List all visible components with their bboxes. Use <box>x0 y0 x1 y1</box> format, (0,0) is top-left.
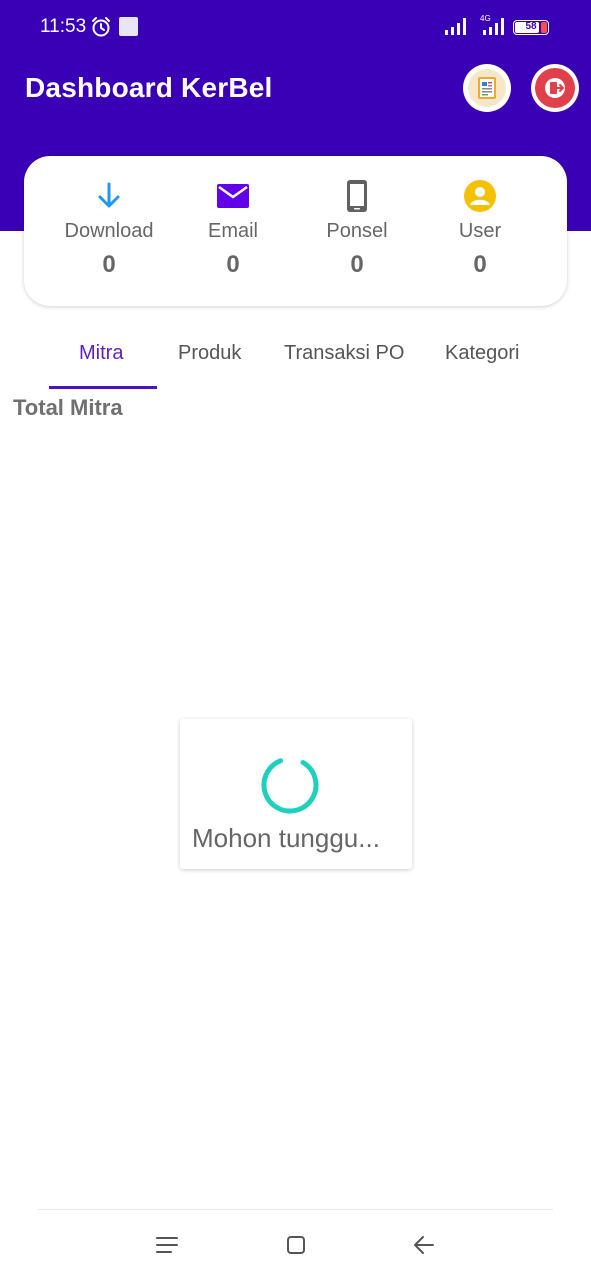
stat-email[interactable]: Email 0 <box>173 178 293 279</box>
home-square-icon[interactable] <box>281 1230 311 1260</box>
stat-ponsel[interactable]: Ponsel 0 <box>297 178 417 279</box>
phone-icon <box>347 180 367 212</box>
report-button[interactable] <box>463 64 511 112</box>
logout-button[interactable] <box>531 64 579 112</box>
battery-icon: 58 <box>513 20 549 35</box>
report-icon <box>468 69 506 107</box>
alarm-icon <box>92 17 110 37</box>
battery-level: 58 <box>525 21 537 32</box>
download-arrow-icon <box>98 182 120 208</box>
tab-produk[interactable]: Produk <box>178 342 241 365</box>
tab-transaksi-po[interactable]: Transaksi PO <box>284 342 404 365</box>
section-title: Total Mitra <box>13 395 123 420</box>
stat-value: 0 <box>226 251 240 278</box>
back-arrow-icon[interactable] <box>409 1230 439 1260</box>
tab-bar: Mitra Produk Transaksi PO Kategori <box>0 320 591 392</box>
signal-4g-icon <box>483 18 504 35</box>
nav-divider <box>38 1209 553 1210</box>
status-bar: 11:53 4G 58 <box>0 0 591 54</box>
signal-icon <box>445 18 466 35</box>
tab-active-indicator <box>49 386 157 389</box>
loading-text: Mohon tunggu... <box>192 823 380 853</box>
page-title: Dashboard KerBel <box>25 72 273 103</box>
stat-value: 0 <box>473 251 487 278</box>
stat-label: Ponsel <box>326 220 388 242</box>
stat-label: Download <box>64 220 154 242</box>
stat-label: User <box>458 220 502 242</box>
tab-kategori[interactable]: Kategori <box>445 342 520 365</box>
stat-download[interactable]: Download 0 <box>49 178 169 279</box>
logout-icon <box>535 68 575 108</box>
tab-mitra[interactable]: Mitra <box>79 342 123 365</box>
status-time: 11:53 <box>40 16 87 37</box>
loading-dialog: Mohon tunggu... <box>180 719 412 869</box>
user-icon <box>464 180 496 212</box>
loading-spinner-icon <box>261 756 319 814</box>
stat-user[interactable]: User 0 <box>420 178 540 279</box>
notification-square-icon <box>119 17 138 36</box>
stat-value: 0 <box>350 251 364 278</box>
email-icon <box>217 184 249 208</box>
menu-icon[interactable] <box>152 1230 182 1260</box>
stat-value: 0 <box>102 251 116 278</box>
stat-label: Email <box>207 220 258 242</box>
stats-card: Download 0 Email 0 Ponsel 0 User 0 <box>24 156 567 306</box>
